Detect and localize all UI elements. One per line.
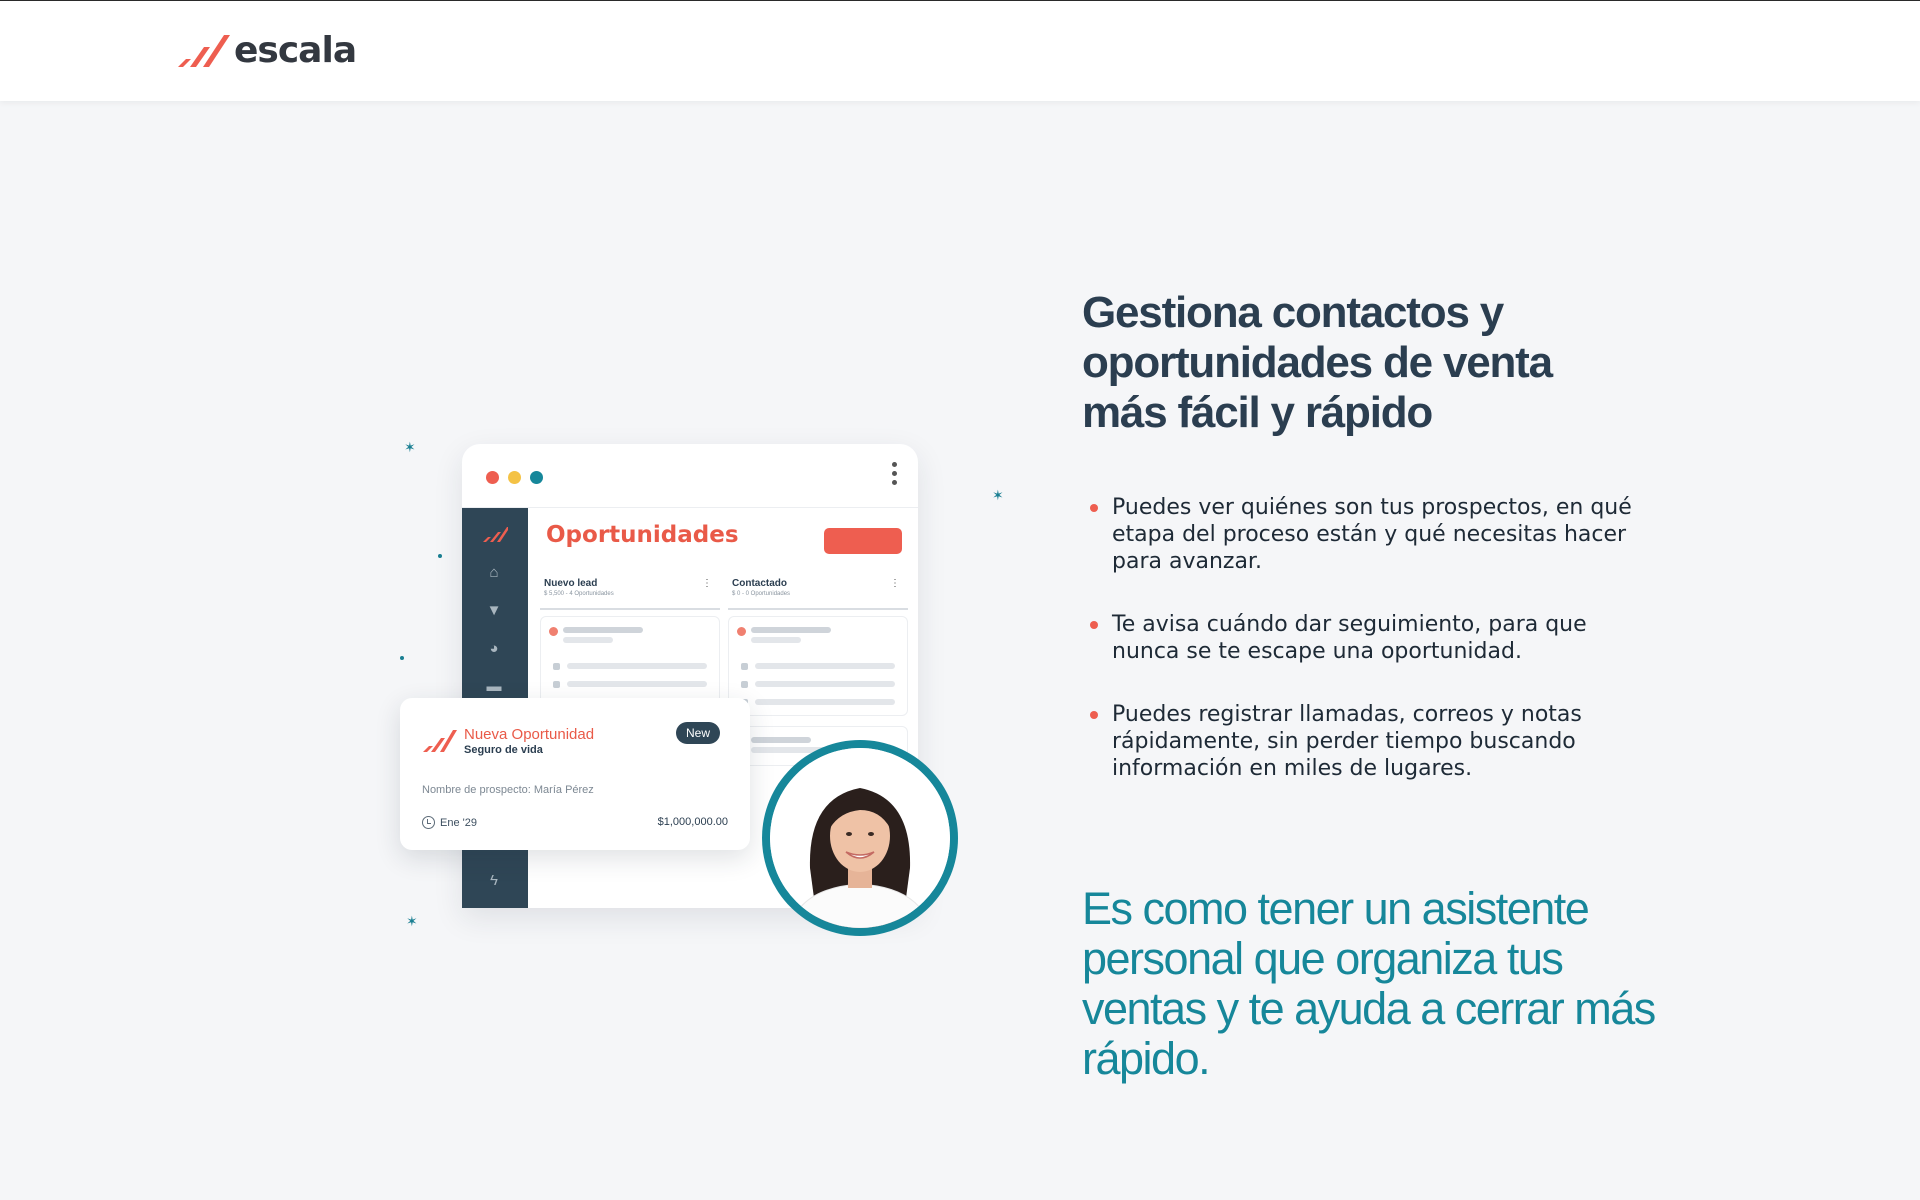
new-opportunity-card: Nueva Oportunidad Seguro de vida New Nom…: [400, 698, 750, 850]
person-portrait-icon: [770, 748, 950, 928]
column-menu-icon: ⋮: [890, 578, 900, 589]
feature-list: Puedes ver quiénes son tus prospectos, e…: [1090, 494, 1632, 818]
column-title: Contactado: [732, 578, 787, 589]
decor-dot: [438, 554, 442, 558]
filter-icon: ▼: [486, 602, 502, 619]
opportunity-amount: $1,000,000.00: [657, 816, 728, 828]
brand-logo[interactable]: escala: [176, 29, 357, 73]
feature-item: Puedes registrar llamadas, correos y not…: [1090, 701, 1632, 782]
sparkle-icon: ✶: [992, 487, 1004, 503]
calendar-icon: ▬: [486, 678, 502, 695]
section-headline: Gestiona contactos y oportunidades de ve…: [1082, 288, 1553, 437]
mockup-page-title: Oportunidades: [546, 522, 739, 548]
prospect-name: Nombre de prospecto: María Pérez: [422, 784, 594, 796]
brand-name: escala: [234, 30, 357, 71]
opportunity-date: Ene '29: [422, 816, 477, 829]
mockup-action-button: [824, 528, 902, 554]
tagline: Es como tener un asistente personal que …: [1082, 883, 1656, 1084]
window-dot-yellow: [508, 471, 521, 484]
column-menu-icon: ⋮: [702, 578, 712, 589]
kebab-menu-icon: [892, 462, 898, 488]
notification-subtitle: Seguro de vida: [464, 744, 543, 756]
column-header: Nuevo lead $ 5,500 - 4 Oportunidades ⋮: [540, 576, 720, 610]
date-label: Ene '29: [440, 816, 477, 829]
pie-chart-icon: ◕: [489, 640, 499, 657]
site-header: escala: [0, 1, 1920, 101]
sparkle-icon: ✶: [406, 913, 418, 929]
column-subtitle: $ 0 - 0 Oportunidades: [732, 591, 791, 597]
column-subtitle: $ 5,500 - 4 Oportunidades: [544, 591, 614, 597]
logo-icon: [483, 527, 508, 542]
window-dot-teal: [530, 471, 543, 484]
decor-dot: [400, 656, 404, 660]
new-badge: New: [676, 722, 721, 744]
kanban-column: Nuevo lead $ 5,500 - 4 Oportunidades ⋮: [540, 576, 720, 716]
column-header: Contactado $ 0 - 0 Oportunidades ⋮: [728, 576, 908, 610]
feature-item: Te avisa cuándo dar seguimiento, para qu…: [1090, 611, 1632, 665]
notification-title: Nueva Oportunidad: [464, 726, 595, 743]
column-title: Nuevo lead: [544, 578, 598, 589]
logo-mark-icon: [178, 35, 230, 67]
home-icon: ⌂: [489, 564, 499, 581]
bolt-icon: ϟ: [490, 872, 498, 889]
crm-illustration: ✶ ✶ ✶ ✶ ⌂ ▼ ◕ ▬ ϟ Oportunidades: [390, 430, 1010, 950]
logo-mark-icon: [423, 730, 457, 752]
feature-item: Puedes ver quiénes son tus prospectos, e…: [1090, 495, 1632, 574]
window-dot-red: [486, 471, 499, 484]
sparkle-icon: ✶: [404, 439, 416, 455]
avatar-photo: [770, 748, 950, 928]
window-titlebar: [462, 444, 918, 508]
kanban-card: [728, 616, 908, 716]
customer-avatar: [762, 740, 958, 936]
clock-icon: [422, 816, 435, 829]
kanban-column: Contactado $ 0 - 0 Oportunidades ⋮: [728, 576, 908, 766]
